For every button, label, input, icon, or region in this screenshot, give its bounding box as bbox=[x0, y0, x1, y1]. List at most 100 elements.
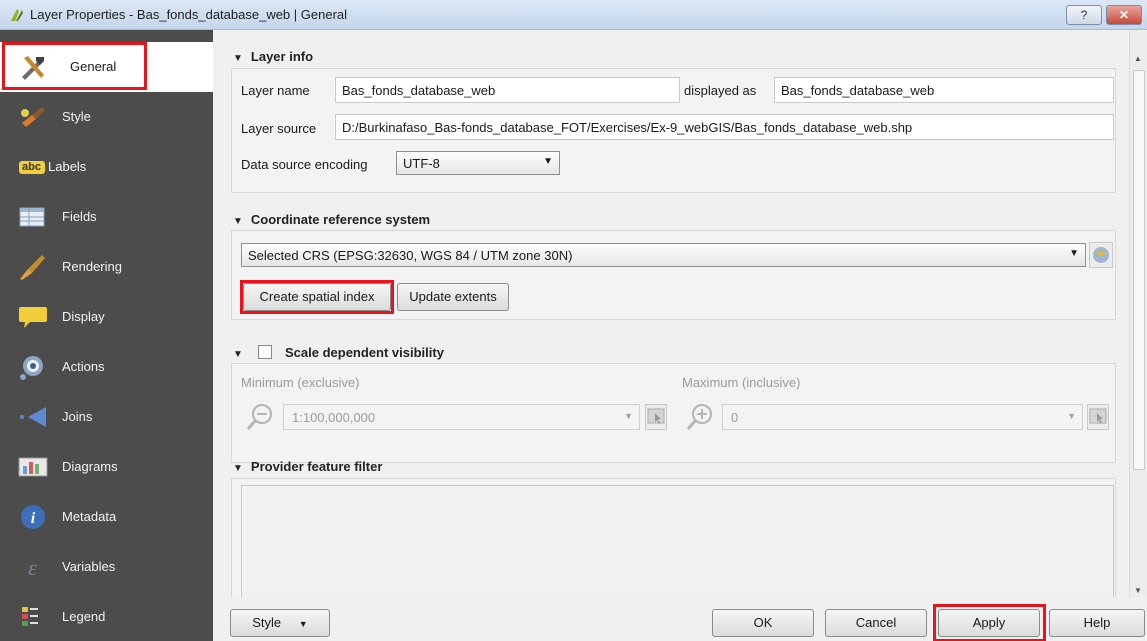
help-button[interactable]: Help bbox=[1049, 609, 1145, 637]
table-icon bbox=[19, 207, 45, 227]
layer-name-field[interactable]: Bas_fonds_database_web bbox=[335, 77, 680, 103]
sidebar-item-label: Rendering bbox=[62, 259, 122, 274]
min-scale-from-canvas-button[interactable] bbox=[645, 404, 667, 430]
crs-select[interactable]: Selected CRS (EPSG:32630, WGS 84 / UTM z… bbox=[241, 243, 1086, 267]
abc-text: abc bbox=[22, 161, 41, 173]
scale-visibility-title: Scale dependent visibility bbox=[285, 345, 444, 360]
qgis-logo-icon bbox=[11, 9, 23, 21]
zoom-in-icon bbox=[686, 404, 712, 430]
create-index-highlight-box bbox=[240, 280, 394, 314]
globe-icon bbox=[1093, 247, 1109, 263]
layer-source-label: Layer source bbox=[241, 121, 317, 136]
sidebar-item-style[interactable]: Style bbox=[0, 92, 213, 142]
sidebar-item-label: Diagrams bbox=[62, 459, 118, 474]
window-title: Layer Properties - Bas_fonds_database_we… bbox=[30, 7, 348, 22]
scroll-up-icon[interactable]: ▲ bbox=[1134, 54, 1142, 63]
sidebar-item-fields[interactable]: Fields bbox=[0, 192, 213, 242]
sidebar-item-label: Actions bbox=[62, 359, 105, 374]
feature-filter-text-area[interactable] bbox=[241, 485, 1114, 603]
paintbrush-icon bbox=[21, 107, 45, 127]
info-icon: i bbox=[21, 505, 45, 529]
gear-icon bbox=[20, 356, 43, 380]
dialog-button-bar: Style ▼ OK Cancel Apply Help bbox=[215, 597, 1147, 641]
maximum-scale-select[interactable]: 0 ▼ bbox=[722, 404, 1083, 430]
help-window-button[interactable]: ? bbox=[1066, 5, 1102, 25]
ok-button[interactable]: OK bbox=[712, 609, 814, 637]
vertical-scrollbar[interactable]: ▲ ▼ bbox=[1129, 30, 1147, 610]
minimum-scale-value: 1:100,000,000 bbox=[292, 410, 376, 425]
sidebar-item-labels[interactable]: abc Labels bbox=[0, 142, 213, 192]
sidebar: General Style abc Labels Fields Renderin… bbox=[0, 30, 213, 641]
general-highlight-box bbox=[2, 42, 147, 90]
sidebar-item-variables[interactable]: ε Variables bbox=[0, 542, 213, 592]
style-button-label: Style bbox=[252, 615, 282, 630]
minimum-scale-select[interactable]: 1:100,000,000 ▼ bbox=[283, 404, 640, 430]
title-bar: Layer Properties - Bas_fonds_database_we… bbox=[0, 0, 1147, 30]
sidebar-item-label: Metadata bbox=[62, 509, 117, 524]
cancel-button[interactable]: Cancel bbox=[825, 609, 927, 637]
scale-visibility-checkbox[interactable] bbox=[258, 345, 272, 359]
sidebar-item-label: Joins bbox=[62, 409, 93, 424]
crs-header[interactable]: ▼ Coordinate reference system bbox=[233, 212, 430, 227]
select-crs-button[interactable] bbox=[1089, 242, 1113, 268]
displayed-as-field[interactable]: Bas_fonds_database_web bbox=[774, 77, 1114, 103]
join-icon bbox=[20, 407, 46, 427]
chevron-down-icon: ▼ bbox=[1069, 248, 1079, 259]
encoding-label: Data source encoding bbox=[241, 157, 368, 172]
sidebar-item-label: Legend bbox=[62, 609, 106, 624]
displayed-as-label: displayed as bbox=[684, 83, 757, 98]
section-title: Layer info bbox=[250, 49, 314, 64]
chevron-down-icon: ▼ bbox=[624, 411, 633, 421]
chevron-down-icon: ▼ bbox=[298, 619, 308, 629]
zoom-out-icon bbox=[246, 404, 272, 430]
map-cursor-icon bbox=[1089, 408, 1107, 424]
section-title: Coordinate reference system bbox=[250, 212, 431, 227]
diagram-icon bbox=[18, 457, 48, 477]
speech-bubble-icon bbox=[19, 307, 47, 328]
chevron-down-icon: ▼ bbox=[1067, 411, 1076, 421]
crs-value: Selected CRS (EPSG:32630, WGS 84 / UTM z… bbox=[248, 248, 573, 263]
sidebar-item-display[interactable]: Display bbox=[0, 292, 213, 342]
sidebar-item-label: Labels bbox=[48, 159, 87, 174]
max-scale-from-canvas-button[interactable] bbox=[1087, 404, 1109, 430]
encoding-select[interactable]: UTF-8 ▼ bbox=[396, 151, 560, 175]
legend-icon bbox=[22, 607, 38, 626]
sidebar-item-label: Display bbox=[62, 309, 105, 324]
sidebar-item-joins[interactable]: Joins bbox=[0, 392, 213, 442]
sidebar-item-label: Fields bbox=[62, 209, 97, 224]
sidebar-item-metadata[interactable]: i Metadata bbox=[0, 492, 213, 542]
collapse-triangle-icon: ▼ bbox=[233, 53, 243, 64]
collapse-triangle-icon: ▼ bbox=[233, 216, 243, 227]
sidebar-item-label: Style bbox=[62, 109, 91, 124]
svg-text:i: i bbox=[31, 510, 36, 527]
style-menu-button[interactable]: Style ▼ bbox=[230, 609, 330, 637]
minimum-scale-label: Minimum (exclusive) bbox=[241, 375, 360, 390]
sidebar-item-diagrams[interactable]: Diagrams bbox=[0, 442, 213, 492]
sidebar-item-label: Variables bbox=[62, 559, 116, 574]
scroll-thumb[interactable] bbox=[1133, 70, 1145, 470]
sidebar-item-rendering[interactable]: Rendering bbox=[0, 242, 213, 292]
encoding-value: UTF-8 bbox=[403, 156, 440, 171]
brush-icon bbox=[20, 255, 45, 280]
chevron-down-icon: ▼ bbox=[543, 156, 553, 167]
svg-text:ε: ε bbox=[28, 555, 37, 580]
map-cursor-icon bbox=[647, 408, 665, 424]
apply-highlight-box bbox=[933, 604, 1046, 641]
close-window-button[interactable]: ✕ bbox=[1106, 5, 1142, 25]
collapse-triangle-icon: ▼ bbox=[233, 463, 243, 474]
collapse-triangle-icon: ▼ bbox=[233, 349, 243, 360]
epsilon-icon: ε bbox=[28, 555, 37, 580]
maximum-scale-value: 0 bbox=[731, 410, 739, 425]
section-title: Provider feature filter bbox=[250, 459, 383, 474]
layer-info-header[interactable]: ▼ Layer info bbox=[233, 49, 313, 64]
scale-visibility-header[interactable]: ▼ bbox=[233, 345, 251, 360]
general-panel: ▼ Layer info Layer name Bas_fonds_databas… bbox=[215, 30, 1127, 603]
sidebar-item-actions[interactable]: Actions bbox=[0, 342, 213, 392]
maximum-scale-label: Maximum (inclusive) bbox=[682, 375, 801, 390]
feature-filter-header[interactable]: ▼ Provider feature filter bbox=[233, 459, 382, 474]
sidebar-item-legend[interactable]: Legend bbox=[0, 592, 213, 641]
layer-source-field[interactable]: D:/Burkinafaso_Bas-fonds_database_FOT/Ex… bbox=[335, 114, 1114, 140]
layer-name-label: Layer name bbox=[241, 83, 310, 98]
update-extents-button[interactable]: Update extents bbox=[397, 283, 509, 311]
scroll-down-icon[interactable]: ▼ bbox=[1134, 586, 1142, 595]
